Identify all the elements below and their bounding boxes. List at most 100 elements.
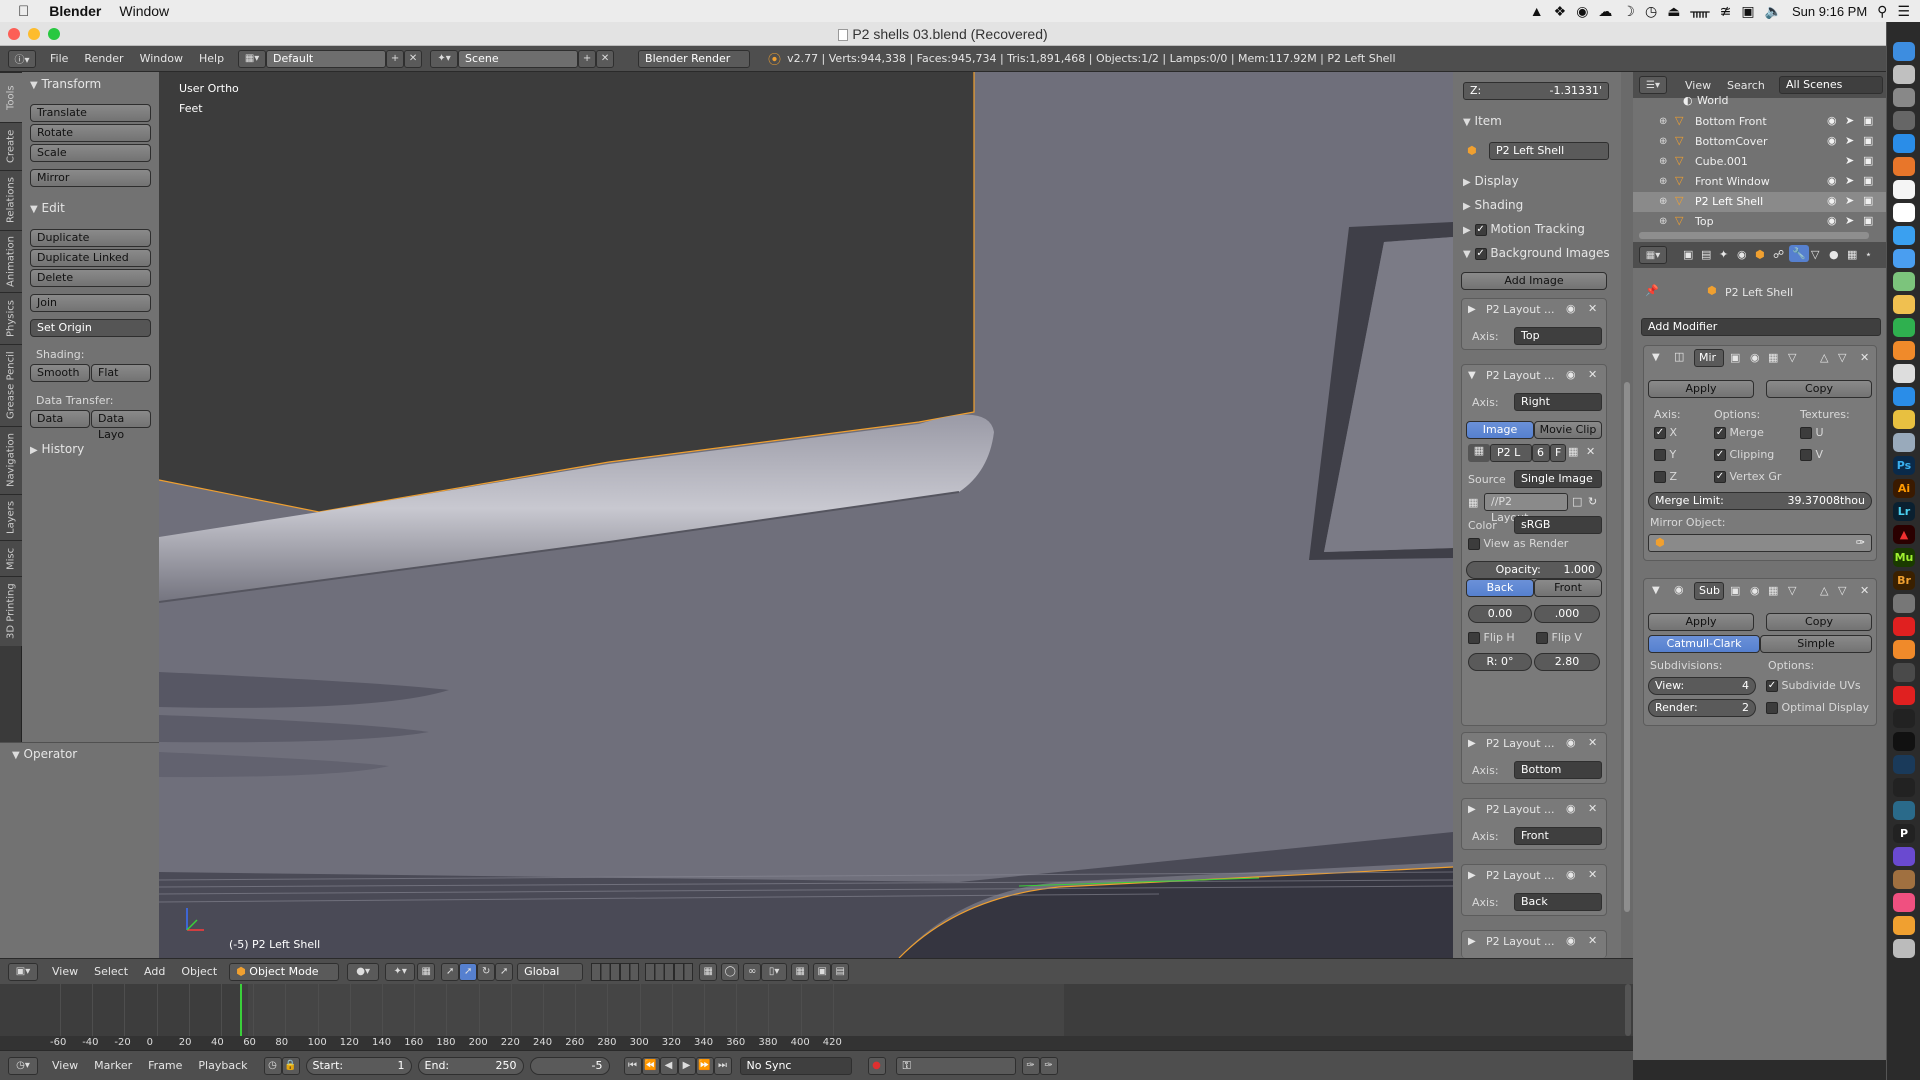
- context-material-icon[interactable]: ●: [1829, 248, 1839, 261]
- camera-icon[interactable]: ▣: [1863, 174, 1873, 187]
- background-images-checkbox[interactable]: ✓: [1474, 247, 1487, 260]
- context-particles-icon[interactable]: ⋆: [1865, 248, 1872, 261]
- menu-app-name[interactable]: Blender: [49, 3, 101, 19]
- clock[interactable]: Sun 9:16 PM: [1792, 4, 1867, 19]
- close-icon[interactable]: ✕: [1588, 868, 1597, 881]
- editor-type-info-icon[interactable]: ⓘ▾: [8, 49, 36, 68]
- visibility-toggle-icon[interactable]: ◉: [1750, 351, 1760, 364]
- editor-type-properties-icon[interactable]: ▦▾: [1639, 246, 1667, 264]
- visibility-toggle-icon[interactable]: ◉: [1750, 584, 1760, 597]
- system-preferences-icon[interactable]: [1893, 88, 1915, 107]
- itunes-icon[interactable]: [1893, 364, 1915, 383]
- snap-element-icon[interactable]: ▯▾: [761, 962, 788, 981]
- simple-toggle[interactable]: Simple: [1760, 635, 1872, 653]
- menu-window[interactable]: Window: [119, 3, 169, 19]
- collapse-triangle-icon[interactable]: ▼: [1652, 585, 1660, 596]
- z-location-field[interactable]: Z: -1.31331': [1463, 82, 1609, 100]
- image-tab[interactable]: Image: [1466, 421, 1534, 439]
- expand-triangle-icon[interactable]: ▶: [1468, 804, 1476, 815]
- back-toggle[interactable]: Back: [1466, 579, 1534, 597]
- add-modifier-select[interactable]: Add Modifier: [1641, 318, 1881, 336]
- notes-icon[interactable]: [1893, 180, 1915, 199]
- editmode-toggle-icon[interactable]: ▦: [1768, 584, 1778, 597]
- context-scene-icon[interactable]: ✦: [1719, 248, 1728, 261]
- proportional-edit-icon[interactable]: ◯: [721, 962, 740, 981]
- timeline[interactable]: -60 -40 -20 0 20 40 60 80 100 120 140 160 180 200 220 2…: [0, 984, 1633, 1050]
- background-images-panel-header[interactable]: ▼ ✓ Background Images: [1463, 246, 1610, 260]
- view-menu[interactable]: View: [44, 965, 86, 978]
- data-layout-button[interactable]: Data Layo: [91, 410, 151, 441]
- preview-icon[interactable]: [1893, 433, 1915, 452]
- camera-icon[interactable]: ▣: [1863, 114, 1873, 127]
- image-path-field[interactable]: //P2 Layout...: [1484, 493, 1568, 524]
- unity-icon[interactable]: [1893, 732, 1915, 751]
- app-icon[interactable]: [1893, 594, 1915, 613]
- eyedropper-icon[interactable]: ✑: [1856, 535, 1865, 551]
- cloud-icon[interactable]: ☁: [1598, 3, 1612, 20]
- screen-layout-icon[interactable]: ▦▾: [238, 49, 267, 68]
- cursor-icon[interactable]: ➤: [1845, 114, 1854, 127]
- epic-games-icon[interactable]: [1893, 709, 1915, 728]
- lock-icon[interactable]: 🔒: [281, 1056, 300, 1075]
- steam-icon[interactable]: [1893, 755, 1915, 774]
- motion-tracking-checkbox[interactable]: ✓: [1474, 223, 1487, 236]
- layer-buttons-a[interactable]: [591, 962, 640, 981]
- rotate-button[interactable]: Rotate: [30, 124, 151, 142]
- subsurf-name-field[interactable]: Sub: [1694, 582, 1724, 600]
- close-icon[interactable]: ✕: [1588, 368, 1597, 381]
- photoshop-icon[interactable]: Ps: [1893, 456, 1915, 475]
- delete-button[interactable]: Delete: [30, 269, 151, 287]
- app-icon[interactable]: [1893, 916, 1915, 935]
- menu-window[interactable]: Window: [132, 52, 191, 65]
- playback-menu[interactable]: Playback: [190, 1059, 255, 1072]
- camera-icon[interactable]: ▣: [1863, 214, 1873, 227]
- app-icon[interactable]: [1893, 778, 1915, 797]
- translate-button[interactable]: Translate: [30, 104, 151, 122]
- app-icon[interactable]: [1893, 847, 1915, 866]
- illustrator-icon[interactable]: Ai: [1893, 479, 1915, 498]
- subsurf-apply-button[interactable]: Apply: [1648, 613, 1754, 631]
- render-engine-select[interactable]: Blender Render: [638, 49, 751, 68]
- outliner-item-p2-left-shell[interactable]: ⊕ ▽ P2 Left Shell ◉ ➤ ▣: [1633, 192, 1886, 212]
- opera-icon[interactable]: [1893, 617, 1915, 636]
- outliner-filter-select[interactable]: All Scenes: [1779, 76, 1883, 94]
- item-panel-header[interactable]: ▼ Item: [1463, 114, 1502, 128]
- axis-z-checkbox[interactable]: Z: [1654, 470, 1677, 483]
- vertex-groups-checkbox[interactable]: ✓ Vertex Gr: [1714, 470, 1781, 483]
- texture-u-checkbox[interactable]: U: [1800, 426, 1824, 439]
- app-icon[interactable]: [1893, 893, 1915, 912]
- record-icon[interactable]: ●: [867, 1056, 886, 1075]
- appstore-icon[interactable]: [1893, 387, 1915, 406]
- drive-icon[interactable]: ▲: [1530, 3, 1544, 19]
- launchpad-icon[interactable]: [1893, 65, 1915, 84]
- add-menu[interactable]: Add: [136, 965, 173, 978]
- image-users-field[interactable]: 6: [1532, 444, 1550, 462]
- folder-icon[interactable]: □: [1572, 495, 1582, 508]
- context-modifiers-icon[interactable]: 🔧: [1789, 245, 1809, 262]
- frame-menu[interactable]: Frame: [140, 1059, 190, 1072]
- scale-manipulator-icon[interactable]: ➚: [495, 962, 514, 981]
- tab-misc[interactable]: Misc: [0, 540, 22, 576]
- pivot-point-icon[interactable]: ✦▾: [385, 962, 416, 981]
- jump-end-icon[interactable]: ⏭: [713, 1056, 732, 1075]
- tab-animation[interactable]: Animation: [0, 230, 22, 292]
- wifi-icon[interactable]: ≇: [1720, 3, 1732, 20]
- render-toggle-icon[interactable]: ▣: [1730, 584, 1740, 597]
- eye-icon[interactable]: ◉: [1566, 736, 1576, 749]
- context-constraints-icon[interactable]: ☍: [1773, 248, 1784, 261]
- creative-cloud-icon[interactable]: ◉: [1576, 3, 1588, 20]
- firefox-icon[interactable]: [1893, 157, 1915, 176]
- jump-start-icon[interactable]: ⏮: [623, 1056, 642, 1075]
- trash-icon[interactable]: [1893, 939, 1915, 958]
- outliner-item-front-window[interactable]: ⊕ ▽ Front Window ◉ ➤ ▣: [1633, 172, 1886, 192]
- scrollbar-thumb[interactable]: [1624, 382, 1630, 912]
- jump-keyframe-forward-icon[interactable]: ⏩: [695, 1056, 714, 1075]
- app-icon[interactable]: [1893, 686, 1915, 705]
- set-origin-select[interactable]: Set Origin: [30, 319, 151, 337]
- acrobat-icon[interactable]: ▲: [1893, 525, 1915, 544]
- messages-icon[interactable]: [1893, 226, 1915, 245]
- app-icon[interactable]: [1893, 870, 1915, 889]
- manipulator-icon[interactable]: ➚: [441, 962, 460, 981]
- mirror-copy-button[interactable]: Copy: [1766, 380, 1872, 398]
- timeline-view-menu[interactable]: View: [44, 1059, 86, 1072]
